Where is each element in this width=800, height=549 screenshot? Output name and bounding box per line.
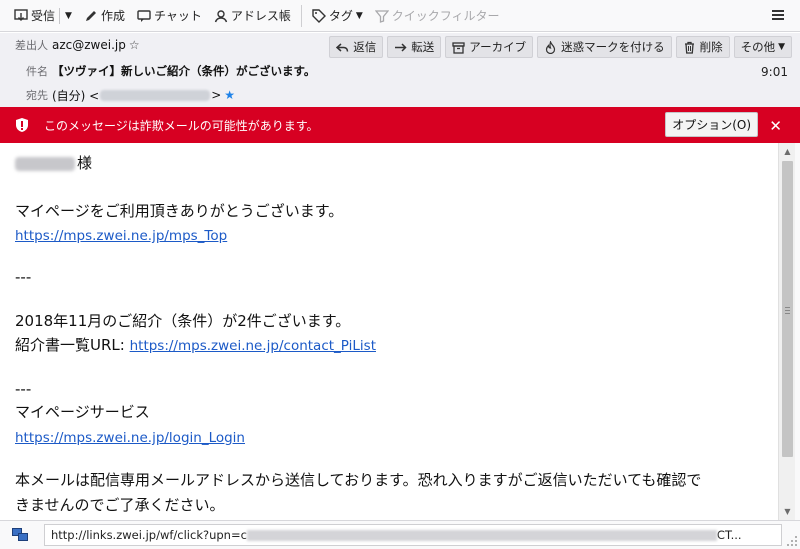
forward-button[interactable]: 転送: [387, 36, 442, 58]
window-edge: [795, 143, 800, 520]
header-actions: 返信 転送 アーカイブ 迷惑マークを付ける 削除 その他 ▼: [329, 36, 792, 58]
forward-label: 転送: [411, 40, 435, 54]
scrollbar-thumb[interactable]: [782, 161, 793, 457]
chevron-down-icon: ▼: [778, 42, 785, 52]
download-icon: [14, 8, 28, 21]
main-toolbar: 受信 ▼ 作成 チャット アドレス帳 タグ ▼ クイックフィルター: [0, 0, 800, 32]
url-prefix: http://links.zwei.jp/wf/click?upn=c: [51, 528, 247, 542]
resize-grip-icon[interactable]: [786, 535, 798, 547]
scroll-up-arrow-icon[interactable]: ▲: [779, 143, 796, 160]
to-row: 宛先 (自分) < > ★: [0, 85, 235, 105]
filter-icon: [374, 9, 389, 23]
message-header: 差出人 azc@zwei.jp ☆ 件名 【ツヴァイ】新しいご紹介（条件）がござ…: [0, 33, 800, 107]
delete-label: 削除: [699, 40, 723, 54]
chat-button[interactable]: チャット: [131, 4, 208, 28]
more-label: その他: [740, 40, 776, 54]
chevron-down-icon: ▼: [355, 10, 363, 21]
tag-label: タグ: [328, 9, 353, 23]
archive-icon: [452, 41, 465, 54]
delete-button[interactable]: 削除: [675, 36, 730, 58]
reply-label: 返信: [353, 40, 377, 54]
body-line: マイページをご利用頂きありがとうございます。: [15, 202, 344, 220]
redacted-url: [246, 529, 717, 541]
get-messages-button[interactable]: 受信 ▼: [8, 4, 78, 28]
subject-text: 【ツヴァイ】新しいご紹介（条件）がございます。: [52, 64, 316, 78]
from-row: 差出人 azc@zwei.jp ☆: [0, 35, 140, 55]
body-line: きませんのでご了承ください。: [15, 496, 225, 514]
address-book-button[interactable]: アドレス帳: [208, 4, 297, 28]
write-label: 作成: [100, 9, 125, 23]
subject-label: 件名: [26, 65, 48, 78]
mark-junk-button[interactable]: 迷惑マークを付ける: [537, 36, 672, 58]
reply-button[interactable]: 返信: [329, 36, 384, 58]
shield-warning-icon: [16, 118, 28, 132]
greeting-suffix: 様: [77, 154, 93, 172]
separator-text: ---: [15, 268, 32, 286]
junk-flame-icon: [545, 40, 556, 54]
greeting-line: 様: [15, 153, 92, 173]
scam-warning-text: このメッセージは詐欺メールの可能性があります。: [44, 118, 319, 133]
to-label: 宛先: [26, 89, 48, 102]
login-link[interactable]: https://mps.zwei.ne.jp/login_Login: [15, 430, 245, 446]
redacted-name: [15, 156, 75, 171]
vertical-scrollbar[interactable]: ▲ ▼: [778, 143, 795, 520]
mark-junk-label: 迷惑マークを付ける: [561, 40, 665, 54]
write-button[interactable]: 作成: [78, 4, 131, 28]
archive-button[interactable]: アーカイブ: [445, 36, 534, 58]
reply-icon: [336, 42, 349, 52]
from-address[interactable]: azc@zwei.jp: [52, 38, 126, 52]
more-button[interactable]: その他 ▼: [733, 36, 792, 58]
body-line: 2018年11月のご紹介（条件）が2件ございます。: [15, 312, 351, 330]
message-time: 9:01: [761, 65, 788, 79]
archive-label: アーカイブ: [469, 40, 527, 54]
scam-options-button[interactable]: オプション(O): [665, 112, 758, 137]
scroll-down-arrow-icon[interactable]: ▼: [779, 503, 796, 520]
from-label: 差出人: [15, 39, 48, 52]
status-bar: http://links.zwei.jp/wf/click?upn=c CT..…: [0, 520, 800, 549]
url-suffix: CT...: [716, 528, 742, 542]
close-icon[interactable]: ✕: [769, 117, 782, 135]
tag-icon: [312, 8, 326, 23]
tag-button[interactable]: タグ ▼: [306, 4, 369, 28]
referral-list-label: 紹介書一覧URL:: [15, 336, 130, 354]
quick-filter-label: クイックフィルター: [391, 9, 500, 23]
contacts-icon: [214, 9, 228, 22]
to-suffix: >: [211, 88, 222, 102]
subject-row: 件名 【ツヴァイ】新しいご紹介（条件）がございます。: [0, 61, 315, 81]
split-divider: [59, 7, 61, 24]
chat-bubble-icon: [137, 9, 151, 22]
pencil-icon: [85, 10, 96, 21]
link-url-tooltip: http://links.zwei.jp/wf/click?upn=c CT..…: [44, 524, 782, 546]
scam-warning-bar: このメッセージは詐欺メールの可能性があります。 オプション(O) ✕: [0, 107, 800, 143]
trash-icon: [684, 41, 694, 54]
mypage-top-link[interactable]: https://mps.zwei.ne.jp/mps_Top: [15, 228, 227, 244]
get-messages-label: 受信: [31, 9, 56, 23]
star-outline-icon[interactable]: ☆: [129, 38, 140, 52]
redacted-address: [100, 89, 211, 101]
network-activity-icon: [12, 528, 28, 541]
referral-list-link[interactable]: https://mps.zwei.ne.jp/contact_PiList: [130, 338, 376, 354]
forward-icon: [395, 42, 407, 52]
address-book-label: アドレス帳: [230, 9, 291, 23]
chevron-down-icon[interactable]: ▼: [65, 11, 72, 21]
message-body: 様 マイページをご利用頂きありがとうございます。 https://mps.zwe…: [0, 143, 778, 520]
body-line: マイページサービス: [15, 403, 150, 421]
grip-icon: [785, 307, 790, 314]
chat-label: チャット: [153, 9, 202, 23]
star-filled-icon[interactable]: ★: [224, 88, 235, 102]
toolbar-separator: [300, 4, 302, 27]
to-prefix: (自分) <: [52, 88, 100, 103]
hamburger-menu-icon[interactable]: [770, 7, 786, 23]
separator-text: ---: [15, 380, 32, 398]
quick-filter-button[interactable]: クイックフィルター: [369, 4, 506, 28]
referral-list-line: 紹介書一覧URL: https://mps.zwei.ne.jp/contact…: [15, 335, 376, 356]
body-line: 本メールは配信専用メールアドレスから送信しております。恐れ入りますがご返信いただ…: [15, 471, 702, 489]
